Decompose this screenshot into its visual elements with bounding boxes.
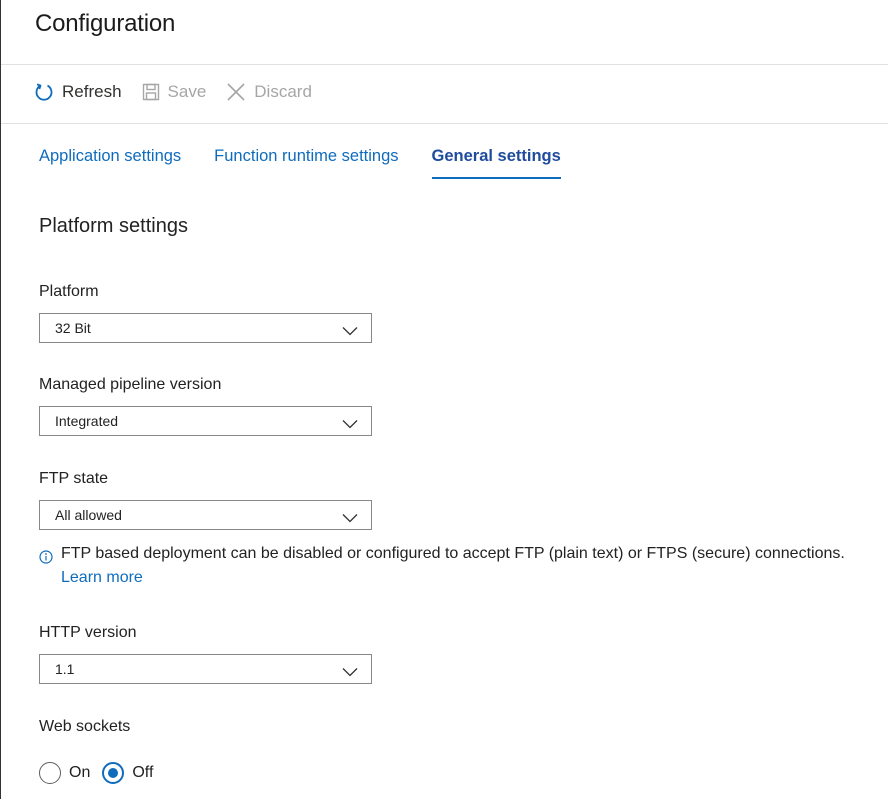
refresh-icon <box>34 82 54 102</box>
pipeline-label: Managed pipeline version <box>39 376 222 393</box>
chevron-down-icon <box>342 510 358 526</box>
http-version-label: HTTP version <box>39 624 137 641</box>
web-sockets-label: Web sockets <box>39 718 131 735</box>
settings-tabs: Application settings Function runtime se… <box>39 147 594 179</box>
radio-label-off: Off <box>132 764 154 781</box>
radio-button-selected[interactable] <box>102 762 125 784</box>
save-label: Save <box>167 82 207 101</box>
tab-application-settings[interactable]: Application settings <box>39 147 181 179</box>
discard-label: Discard <box>254 82 312 101</box>
platform-dropdown[interactable]: 32 Bit <box>39 313 372 343</box>
pipeline-dropdown[interactable]: Integrated <box>39 406 372 436</box>
configuration-blade: Configuration Refresh Save Discard Appli… <box>0 0 888 799</box>
web-sockets-on-radio[interactable]: On <box>39 762 90 784</box>
radio-label-on: On <box>69 764 91 781</box>
web-sockets-radio-group: On Off <box>39 762 165 784</box>
chevron-down-icon <box>342 664 358 680</box>
radio-button[interactable] <box>39 762 61 784</box>
refresh-label: Refresh <box>62 82 122 101</box>
tab-general-settings[interactable]: General settings <box>431 147 562 179</box>
save-icon <box>142 83 160 101</box>
pipeline-value: Integrated <box>55 413 119 429</box>
platform-label: Platform <box>39 283 99 300</box>
refresh-button[interactable]: Refresh <box>34 82 122 102</box>
chevron-down-icon <box>342 416 358 432</box>
ftp-info-text: FTP based deployment can be disabled or … <box>61 545 845 562</box>
learn-more-link[interactable]: Learn more <box>61 569 143 586</box>
tab-function-runtime-settings[interactable]: Function runtime settings <box>214 147 398 179</box>
chevron-down-icon <box>342 323 358 339</box>
title-divider <box>1 64 888 65</box>
ftp-state-label: FTP state <box>39 470 109 487</box>
close-icon <box>226 82 246 102</box>
http-version-dropdown[interactable]: 1.1 <box>39 654 372 684</box>
platform-value: 32 Bit <box>55 320 91 336</box>
command-bar: Refresh Save Discard <box>34 82 332 102</box>
discard-button[interactable]: Discard <box>226 82 312 102</box>
save-button[interactable]: Save <box>142 82 207 102</box>
http-version-value: 1.1 <box>55 661 75 677</box>
ftp-state-value: All allowed <box>55 507 122 523</box>
toolbar-divider <box>1 123 888 124</box>
ftp-info-message: FTP based deployment can be disabled or … <box>39 542 845 590</box>
section-title: Platform settings <box>39 215 188 237</box>
web-sockets-off-radio[interactable]: Off <box>102 762 153 784</box>
ftp-state-dropdown[interactable]: All allowed <box>39 500 372 530</box>
info-icon <box>39 548 53 590</box>
page-title: Configuration <box>35 10 176 37</box>
